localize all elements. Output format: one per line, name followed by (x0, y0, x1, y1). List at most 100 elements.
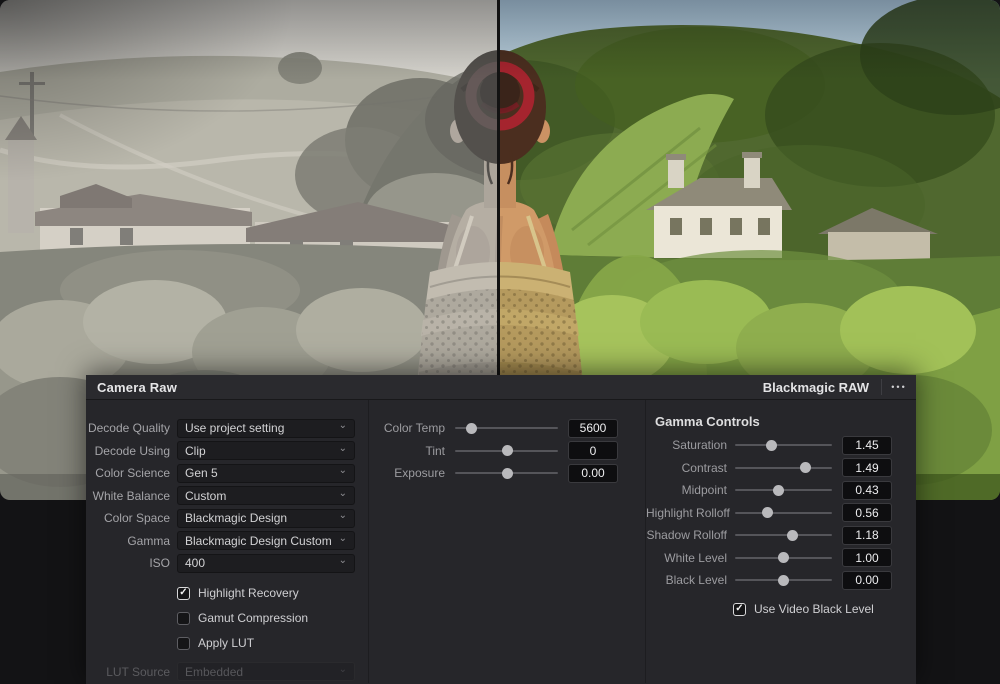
gamma-label: Gamma (127, 533, 170, 548)
panel-title: Camera Raw (97, 379, 178, 395)
slider-track (735, 534, 832, 537)
midpoint-slider[interactable] (735, 484, 832, 497)
color-science-select[interactable]: Gen 5 ⌄ (177, 463, 355, 483)
exposure-slider[interactable] (455, 467, 558, 480)
slider-thumb[interactable] (466, 422, 478, 434)
black-level-row: Black Level 0.00 (646, 569, 916, 592)
gamma-value: Blackmagic Design Custom (185, 533, 332, 548)
highlight-rolloff-label: Highlight Rolloff (646, 505, 730, 520)
exposure-row: Exposure 0.00 (369, 462, 645, 485)
exposure-value[interactable]: 0.00 (568, 463, 618, 483)
use-video-black-level-row: ✓ Use Video Black Level (646, 597, 916, 622)
highlight-rolloff-slider[interactable] (735, 506, 832, 519)
slider-thumb[interactable] (786, 529, 798, 541)
highlight-recovery-row: ✓ Highlight Recovery (86, 581, 368, 606)
color-science-value: Gen 5 (185, 466, 218, 481)
saturation-slider[interactable] (735, 439, 832, 452)
decode-using-row: Decode Using Clip ⌄ (86, 440, 368, 463)
decode-quality-select[interactable]: Use project setting ⌄ (177, 418, 355, 438)
check-icon: ✓ (179, 587, 188, 598)
chevron-down-icon: ⌄ (338, 663, 347, 675)
white-balance-value: Custom (185, 488, 227, 503)
slider-thumb[interactable] (501, 445, 513, 457)
chevron-down-icon: ⌄ (338, 532, 347, 544)
tint-label: Tint (425, 443, 445, 458)
slider-thumb[interactable] (761, 507, 773, 519)
color-science-row: Color Science Gen 5 ⌄ (86, 462, 368, 485)
slider-track (735, 511, 832, 514)
highlight-rolloff-row: Highlight Rolloff 0.56 (646, 502, 916, 525)
highlight-rolloff-value[interactable]: 0.56 (842, 503, 892, 523)
chevron-down-icon: ⌄ (338, 442, 347, 454)
highlight-recovery-label: Highlight Recovery (198, 586, 299, 600)
saturation-value[interactable]: 1.45 (842, 435, 892, 455)
shadow-rolloff-slider[interactable] (735, 529, 832, 542)
decode-using-select[interactable]: Clip ⌄ (177, 441, 355, 461)
gamma-controls-column: Gamma Controls Saturation 1.45 Contrast … (646, 400, 916, 683)
panel-options-button[interactable]: ••• (882, 375, 916, 399)
decode-using-value: Clip (185, 443, 206, 458)
color-science-label: Color Science (95, 466, 170, 481)
shadow-rolloff-value[interactable]: 1.18 (842, 525, 892, 545)
color-space-select[interactable]: Blackmagic Design ⌄ (177, 508, 355, 528)
lut-source-row: LUT Source Embedded ⌄ (86, 661, 368, 684)
slider-thumb[interactable] (765, 439, 777, 451)
apply-lut-label: Apply LUT (198, 636, 255, 650)
decode-quality-value: Use project setting (185, 421, 285, 436)
contrast-row: Contrast 1.49 (646, 457, 916, 480)
decode-settings-column: Decode Quality Use project setting ⌄ Dec… (86, 400, 369, 683)
chevron-down-icon: ⌄ (338, 555, 347, 567)
panel-header: Camera Raw Blackmagic RAW ••• (86, 375, 916, 400)
slider-thumb[interactable] (772, 484, 784, 496)
black-level-slider[interactable] (735, 574, 832, 587)
use-video-black-level-checkbox[interactable]: ✓ (733, 602, 746, 616)
apply-lut-checkbox[interactable]: ✓ (177, 636, 190, 650)
iso-select[interactable]: 400 ⌄ (177, 553, 355, 573)
saturation-label: Saturation (672, 438, 727, 453)
slider-track (735, 444, 832, 447)
white-balance-select[interactable]: Custom ⌄ (177, 486, 355, 506)
use-video-black-level-label: Use Video Black Level (754, 602, 874, 616)
slider-thumb[interactable] (778, 552, 789, 564)
chevron-down-icon: ⌄ (338, 510, 347, 522)
camera-raw-panel: Camera Raw Blackmagic RAW ••• Decode Qua… (86, 375, 916, 684)
color-space-label: Color Space (103, 511, 170, 526)
midpoint-value[interactable]: 0.43 (842, 480, 892, 500)
white-level-value[interactable]: 1.00 (842, 548, 892, 568)
iso-label: ISO (149, 556, 170, 571)
lut-source-select: Embedded ⌄ (177, 662, 355, 682)
white-level-slider[interactable] (735, 551, 832, 564)
gamma-controls-header: Gamma Controls (655, 413, 760, 429)
tint-slider[interactable] (455, 444, 558, 457)
decode-quality-row: Decode Quality Use project setting ⌄ (86, 417, 368, 440)
color-temp-slider[interactable] (455, 422, 558, 435)
gamut-compression-checkbox[interactable]: ✓ (177, 611, 190, 625)
slider-thumb[interactable] (501, 467, 513, 479)
color-space-value: Blackmagic Design (185, 511, 288, 526)
slider-track (735, 466, 832, 469)
slider-thumb[interactable] (800, 462, 812, 474)
shadow-rolloff-label: Shadow Rolloff (646, 528, 728, 543)
contrast-label: Contrast (681, 460, 727, 475)
highlight-recovery-checkbox[interactable]: ✓ (177, 586, 190, 600)
white-level-row: White Level 1.00 (646, 547, 916, 570)
chevron-down-icon: ⌄ (338, 487, 347, 499)
white-level-label: White Level (664, 550, 727, 565)
ellipsis-menu-icon: ••• (891, 382, 907, 392)
black-level-value[interactable]: 0.00 (842, 570, 892, 590)
decode-using-label: Decode Using (94, 443, 170, 458)
color-space-row: Color Space Blackmagic Design ⌄ (86, 507, 368, 530)
gamut-compression-row: ✓ Gamut Compression (86, 606, 368, 631)
color-temp-label: Color Temp (383, 421, 445, 436)
chevron-down-icon: ⌄ (338, 465, 347, 477)
gamma-select[interactable]: Blackmagic Design Custom ⌄ (177, 531, 355, 551)
midpoint-label: Midpoint (681, 483, 727, 498)
shadow-rolloff-row: Shadow Rolloff 1.18 (646, 524, 916, 547)
color-temp-value[interactable]: 5600 (568, 418, 618, 438)
contrast-slider[interactable] (735, 461, 832, 474)
tint-value[interactable]: 0 (568, 441, 618, 461)
slider-thumb[interactable] (778, 574, 789, 586)
black-level-label: Black Level (665, 573, 727, 588)
panel-body: Decode Quality Use project setting ⌄ Dec… (86, 400, 916, 683)
contrast-value[interactable]: 1.49 (842, 458, 892, 478)
